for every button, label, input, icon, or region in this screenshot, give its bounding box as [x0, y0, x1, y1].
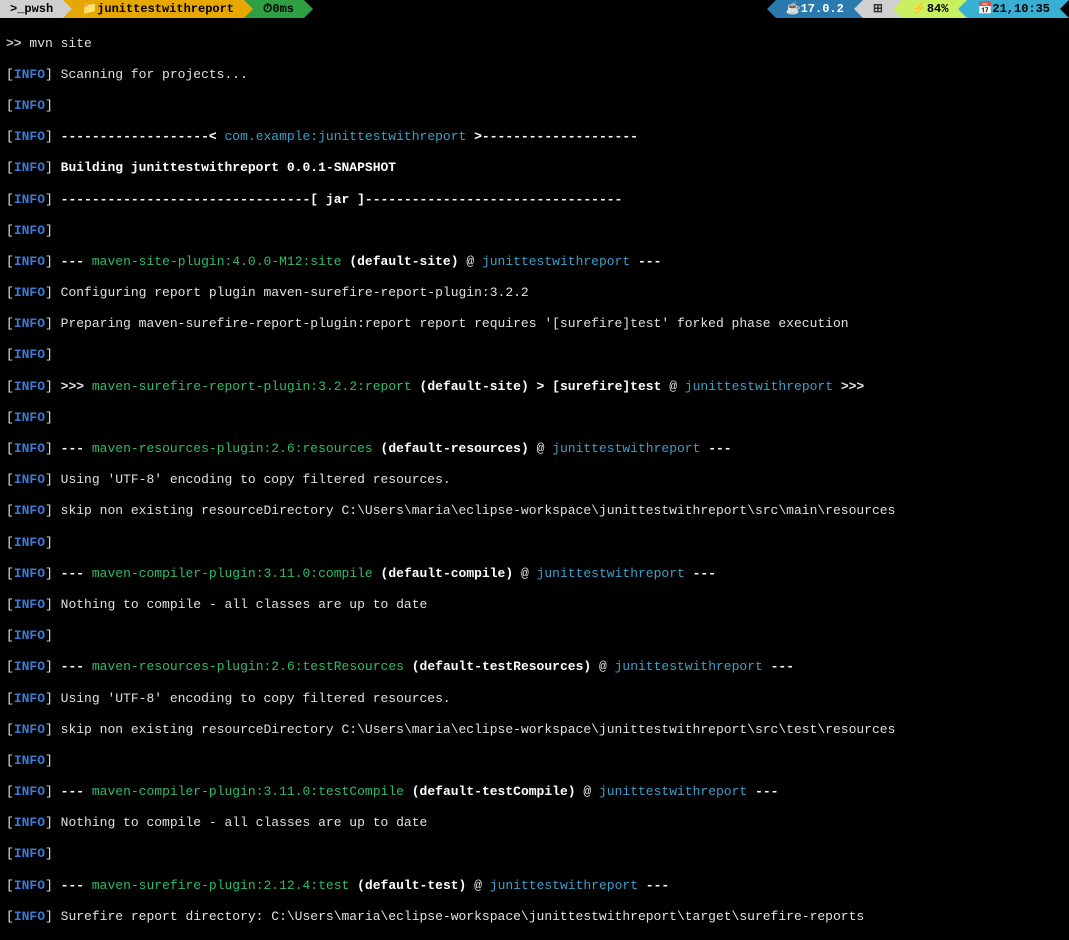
exec-time: 0ms [272, 0, 294, 18]
log-line: [INFO] Configuring report plugin maven-s… [6, 285, 1063, 301]
log-line: [INFO] --- maven-site-plugin:4.0.0-M12:s… [6, 254, 1063, 270]
folder-name: junittestwithreport [97, 0, 234, 18]
log-line: [INFO] Scanning for projects... [6, 67, 1063, 83]
separator-icon [854, 0, 863, 18]
folder-icon: 📁 [82, 0, 97, 18]
log-line: [INFO] [6, 98, 1063, 114]
java-version: 17.0.2 [801, 0, 844, 18]
prompt-symbol: >> [6, 36, 22, 51]
log-line: [INFO] [6, 535, 1063, 551]
log-line: [INFO] --- maven-resources-plugin:2.6:te… [6, 659, 1063, 675]
windows-icon: ⊞ [873, 0, 883, 18]
log-line: [INFO] --------------------------------[… [6, 192, 1063, 208]
log-line: [INFO] --- maven-resources-plugin:2.6:re… [6, 441, 1063, 457]
log-line: [INFO] Nothing to compile - all classes … [6, 815, 1063, 831]
status-left: >_ pwsh 📁junittestwithreport ⏱0ms [0, 0, 313, 18]
java-segment: ☕ 17.0.2 [776, 0, 854, 18]
bolt-icon: ⚡ [912, 0, 927, 18]
prompt-line[interactable]: >> mvn site [6, 36, 1063, 52]
battery-pct: 84% [927, 0, 949, 18]
terminal-output[interactable]: >> mvn site [INFO] Scanning for projects… [0, 18, 1069, 940]
log-line: [INFO] [6, 223, 1063, 239]
java-icon: ☕ [786, 0, 801, 18]
log-line: [INFO] Using 'UTF-8' encoding to copy fi… [6, 691, 1063, 707]
os-segment: ⊞ [863, 0, 893, 18]
clock-time: 21,10:35 [992, 0, 1050, 18]
log-line: [INFO] Using 'UTF-8' encoding to copy fi… [6, 472, 1063, 488]
stopwatch-icon: ⏱ [263, 0, 272, 18]
separator-icon [304, 0, 313, 18]
log-line: [INFO] --- maven-compiler-plugin:3.11.0:… [6, 784, 1063, 800]
terminal-icon: >_ [10, 0, 24, 18]
separator-icon [958, 0, 967, 18]
command-text: mvn site [29, 36, 91, 51]
log-line: [INFO] skip non existing resourceDirecto… [6, 722, 1063, 738]
log-line: [INFO] [6, 753, 1063, 769]
log-line: [INFO] skip non existing resourceDirecto… [6, 503, 1063, 519]
log-line: [INFO] [6, 846, 1063, 862]
log-line: [INFO] [6, 347, 1063, 363]
battery-segment: ⚡84% [902, 0, 959, 18]
clock-segment: 📅 21,10:35 [967, 0, 1060, 18]
separator-icon [767, 0, 776, 18]
log-line: [INFO] Surefire report directory: C:\Use… [6, 909, 1063, 925]
folder-segment: 📁junittestwithreport [72, 0, 244, 18]
exectime-segment: ⏱0ms [253, 0, 304, 18]
shell-name: pwsh [24, 0, 53, 18]
status-bar: >_ pwsh 📁junittestwithreport ⏱0ms ☕ 17.0… [0, 0, 1069, 18]
separator-icon [1060, 0, 1069, 18]
separator-icon [893, 0, 902, 18]
status-right: ☕ 17.0.2 ⊞ ⚡84% 📅 21,10:35 [767, 0, 1069, 18]
log-line: [INFO] [6, 410, 1063, 426]
log-line: [INFO] --- maven-compiler-plugin:3.11.0:… [6, 566, 1063, 582]
shell-segment: >_ pwsh [0, 0, 63, 18]
log-line: [INFO] -------------------< com.example:… [6, 129, 1063, 145]
log-line: [INFO] Building junittestwithreport 0.0.… [6, 160, 1063, 176]
separator-icon [244, 0, 253, 18]
log-line: [INFO] >>> maven-surefire-report-plugin:… [6, 379, 1063, 395]
calendar-icon: 📅 [977, 0, 992, 18]
separator-icon [63, 0, 72, 18]
log-line: [INFO] Preparing maven-surefire-report-p… [6, 316, 1063, 332]
log-line: [INFO] [6, 628, 1063, 644]
log-line: [INFO] Nothing to compile - all classes … [6, 597, 1063, 613]
log-line: [INFO] --- maven-surefire-plugin:2.12.4:… [6, 878, 1063, 894]
